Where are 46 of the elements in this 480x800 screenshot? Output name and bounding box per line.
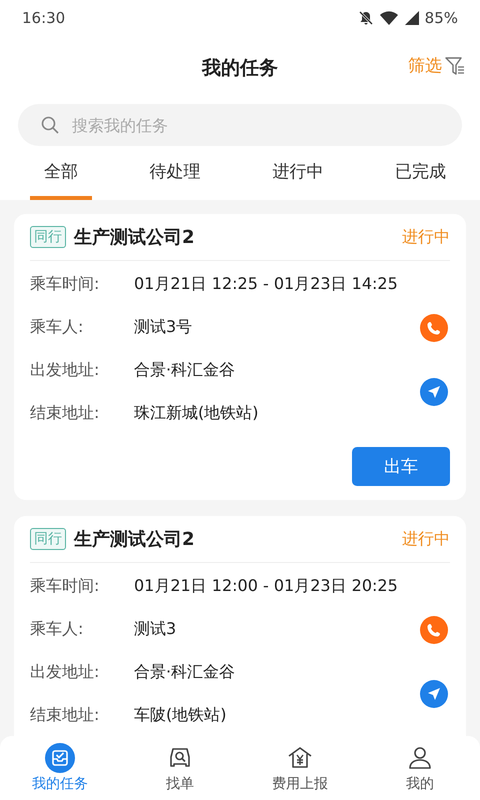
task-status: 进行中 bbox=[402, 226, 450, 248]
nav-item[interactable]: 我的 bbox=[360, 736, 480, 800]
bell-off-icon bbox=[358, 10, 374, 26]
tab[interactable]: 待处理 bbox=[136, 156, 215, 200]
navigation-icon[interactable] bbox=[420, 680, 448, 708]
tag-badge: 同行 bbox=[30, 226, 66, 248]
field-value: 合景·科汇金谷 bbox=[134, 360, 236, 381]
wifi-icon bbox=[378, 10, 399, 26]
field-label: 乘车时间: bbox=[30, 576, 100, 597]
task-status: 进行中 bbox=[402, 528, 450, 550]
field-value: 合景·科汇金谷 bbox=[134, 662, 236, 683]
navigation-icon[interactable] bbox=[420, 378, 448, 406]
battery-level: 85% bbox=[424, 9, 458, 27]
search-input[interactable]: 搜索我的任务 bbox=[70, 114, 440, 136]
field-label: 出发地址: bbox=[30, 360, 100, 381]
nav-item[interactable]: 找单 bbox=[120, 736, 240, 800]
filter-icon bbox=[444, 54, 466, 76]
field-label: 结束地址: bbox=[30, 705, 100, 726]
field-value: 测试3号 bbox=[134, 317, 194, 338]
search-field[interactable]: 搜索我的任务 bbox=[18, 104, 462, 146]
tag-badge: 同行 bbox=[30, 528, 66, 550]
tab[interactable]: 全部 bbox=[30, 156, 92, 200]
field-value: 测试3 bbox=[134, 619, 178, 640]
status-time: 16:30 bbox=[22, 9, 66, 27]
depart-button[interactable]: 出车 bbox=[352, 447, 450, 486]
field-value: 珠江新城(地铁站) bbox=[134, 403, 260, 424]
field-label: 乘车人: bbox=[30, 317, 84, 338]
nav-item[interactable]: 我的任务 bbox=[0, 736, 120, 800]
nav-item[interactable]: 费用上报 bbox=[240, 736, 360, 800]
field-label: 乘车人: bbox=[30, 619, 84, 640]
phone-icon[interactable] bbox=[420, 314, 448, 342]
field-label: 乘车时间: bbox=[30, 274, 100, 295]
field-value: 车陂(地铁站) bbox=[134, 705, 228, 726]
field-value: 01月21日 12:25 - 01月23日 14:25 bbox=[134, 274, 399, 295]
signal-icon bbox=[404, 10, 420, 26]
company-name: 生产测试公司2 bbox=[74, 528, 196, 551]
search-icon bbox=[40, 115, 60, 135]
tab[interactable]: 已完成 bbox=[380, 156, 460, 200]
company-name: 生产测试公司2 bbox=[74, 226, 196, 249]
tab[interactable]: 进行中 bbox=[258, 156, 338, 200]
page-title: 我的任务 bbox=[202, 56, 278, 81]
phone-icon[interactable] bbox=[420, 616, 448, 644]
field-label: 结束地址: bbox=[30, 403, 100, 424]
field-label: 出发地址: bbox=[30, 662, 100, 683]
field-value: 01月21日 12:00 - 01月23日 20:25 bbox=[134, 576, 399, 597]
inbox-check-icon bbox=[45, 743, 75, 773]
